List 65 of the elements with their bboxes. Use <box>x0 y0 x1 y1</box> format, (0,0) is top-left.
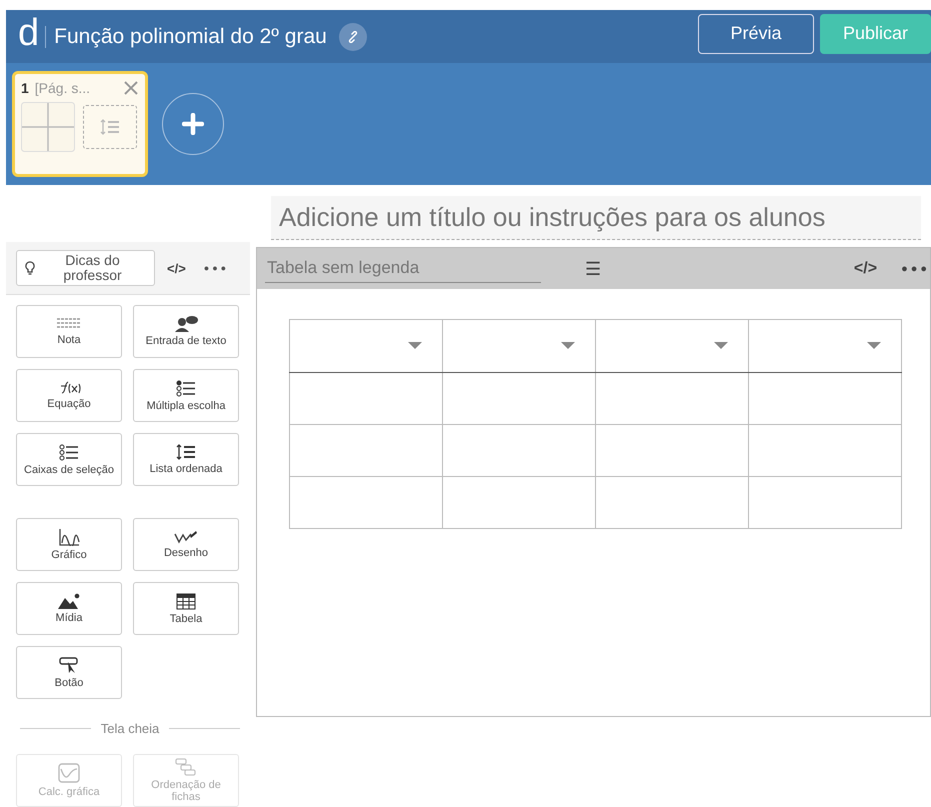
caret-down-icon[interactable] <box>867 342 881 350</box>
table-header-cell[interactable] <box>748 320 902 372</box>
page-title: [Pág. s... <box>34 80 90 96</box>
plus-icon <box>182 113 204 135</box>
ordered-list-icon <box>100 119 120 135</box>
activity-title: Função polinomial do 2º grau <box>54 24 327 48</box>
note-icon <box>56 317 82 331</box>
logo: d <box>18 12 40 52</box>
caret-down-icon[interactable] <box>408 342 422 350</box>
tool-button[interactable]: Nota <box>16 305 122 358</box>
caret-down-icon[interactable] <box>714 342 728 350</box>
tool-button[interactable]: Botão <box>16 646 122 699</box>
tool-button[interactable]: Tabela <box>133 582 239 635</box>
link-button[interactable] <box>338 22 367 50</box>
graph-icon <box>58 528 80 546</box>
table-icon <box>176 592 196 610</box>
table-header-cell[interactable] <box>596 320 748 372</box>
more-button[interactable]: ●●● <box>198 263 236 273</box>
instructions-field[interactable]: Adicione um título ou instruções para os alunos <box>271 196 921 240</box>
table-cell[interactable] <box>596 476 748 528</box>
link-icon <box>346 30 359 42</box>
button-cursor-icon <box>59 656 79 674</box>
tool-button[interactable]: Gráfico <box>16 518 122 571</box>
tool-button[interactable]: Mídia <box>16 582 122 635</box>
table-cell[interactable] <box>442 476 596 528</box>
list-icon <box>59 444 79 460</box>
page-number: 1 <box>21 80 29 96</box>
calculator-graph-icon <box>58 763 80 783</box>
tool-button[interactable]: Desenho <box>133 518 239 571</box>
code-button[interactable]: </> <box>161 260 192 276</box>
tool-button[interactable]: Múltipla escolha <box>133 369 239 422</box>
teacher-tips-button[interactable]: Dicas do professor <box>16 250 155 286</box>
tool-button[interactable]: Equação <box>16 369 122 422</box>
image-icon <box>57 593 81 609</box>
tool-button[interactable]: Entrada de texto <box>133 305 239 358</box>
lightbulb-icon <box>25 261 35 275</box>
table-cell[interactable] <box>748 372 902 424</box>
table-cell[interactable] <box>596 372 748 424</box>
list-icon <box>176 380 196 396</box>
speech-person-icon <box>173 316 199 332</box>
tool-button[interactable]: Caixas de seleção <box>16 433 122 486</box>
table-cell[interactable] <box>290 372 442 424</box>
table-cell[interactable] <box>748 476 902 528</box>
table-header-cell[interactable] <box>290 320 442 372</box>
graph-grid-thumbnail <box>21 102 75 152</box>
table-cell[interactable] <box>748 424 902 476</box>
table-cell[interactable] <box>442 424 596 476</box>
close-icon[interactable] <box>123 80 139 96</box>
page-card[interactable]: 1 [Pág. s... <box>12 71 148 177</box>
cards-icon <box>175 758 197 776</box>
tool-button[interactable]: Lista ordenada <box>133 433 239 486</box>
add-page-button[interactable] <box>162 93 224 155</box>
caret-down-icon[interactable] <box>561 342 575 350</box>
more-button[interactable]: ●●● <box>901 262 930 274</box>
section-label: Tela cheia <box>100 721 160 736</box>
menu-button[interactable]: ☰ <box>585 258 601 280</box>
table-header-cell[interactable] <box>442 320 596 372</box>
pencil-scribble-icon <box>174 530 198 544</box>
ordered-list-icon <box>176 444 196 460</box>
table-cell[interactable] <box>290 424 442 476</box>
table-cell[interactable] <box>290 476 442 528</box>
preview-button[interactable]: Prévia <box>698 14 814 54</box>
code-button[interactable]: </> <box>854 260 878 278</box>
table-cell[interactable] <box>596 424 748 476</box>
table-cell[interactable] <box>442 372 596 424</box>
